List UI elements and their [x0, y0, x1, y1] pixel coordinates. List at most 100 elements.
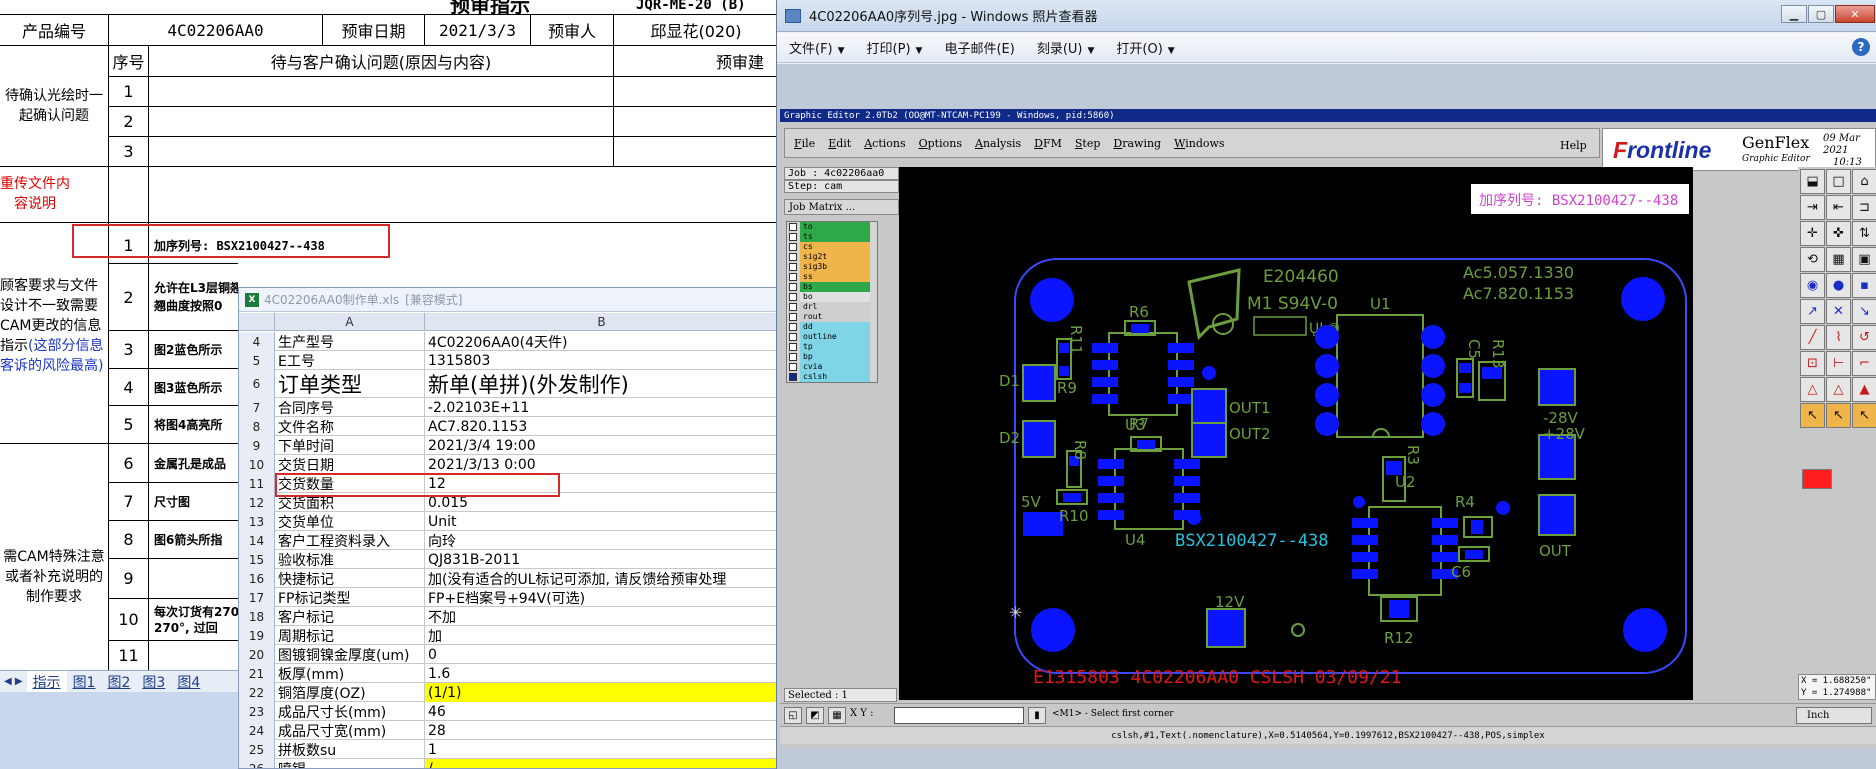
help-icon[interactable]: ? — [1852, 38, 1870, 56]
field-label[interactable]: 板厚(mm) — [275, 664, 425, 683]
tool-button-icon[interactable]: ⊐ — [1852, 195, 1876, 220]
field-label[interactable]: 文件名称 — [275, 417, 425, 436]
tab-figure-2[interactable]: 图2 — [101, 671, 136, 693]
job-matrix-button[interactable]: Job Matrix ... — [784, 199, 899, 215]
field-value[interactable]: 加(没有适合的UL标记可添加, 请反馈给预审处理 — [425, 569, 777, 588]
row-number[interactable]: 9 — [239, 436, 275, 455]
column-header-b[interactable]: B — [425, 313, 777, 331]
layer-row[interactable]: cs — [787, 242, 877, 252]
field-label[interactable]: 周期标记 — [275, 626, 425, 645]
tool-button-icon[interactable]: ⊡ — [1800, 351, 1825, 376]
field-label[interactable]: FP标记类型 — [275, 588, 425, 607]
layer-checkbox[interactable] — [789, 253, 797, 261]
layer-checkbox[interactable] — [789, 273, 797, 281]
layer-checkbox[interactable] — [789, 283, 797, 291]
field-value[interactable]: 加 — [425, 626, 777, 645]
tab-figure-4[interactable]: 图4 — [171, 671, 206, 693]
field-value[interactable]: 2021/3/13 0:00 — [425, 455, 777, 474]
field-label[interactable]: 成品尺寸长(mm) — [275, 702, 425, 721]
layer-checkbox[interactable] — [789, 293, 797, 301]
layer-row[interactable]: sig3b — [787, 262, 877, 272]
layer-checkbox[interactable] — [789, 303, 797, 311]
row-number[interactable]: 4 — [239, 332, 275, 351]
layer-row[interactable]: ss — [787, 272, 877, 282]
tool-button-icon[interactable]: ╱ — [1800, 325, 1825, 350]
field-value[interactable]: 0 — [425, 645, 777, 664]
tool-button-icon[interactable]: ⌂ — [1852, 169, 1876, 194]
layer-row[interactable]: drl — [787, 302, 877, 312]
tool-button-icon[interactable]: ↘ — [1852, 299, 1876, 324]
field-value[interactable]: 新单(单拼)(外发制作) — [425, 370, 777, 398]
layer-row[interactable]: bp — [787, 352, 877, 362]
tool-button-icon[interactable]: ⇤ — [1826, 195, 1851, 220]
field-value[interactable]: (1/1) — [425, 683, 777, 702]
field-value[interactable]: / — [425, 759, 777, 768]
tool-button-icon[interactable]: ▣ — [1852, 247, 1876, 272]
field-value[interactable]: 1315803 — [425, 351, 777, 370]
menu-burn[interactable]: 刻录(U) ▼ — [1037, 38, 1095, 57]
row-number[interactable]: 8 — [239, 417, 275, 436]
cam-menu-file[interactable]: File — [794, 137, 815, 150]
layer-row[interactable]: sig2t — [787, 252, 877, 262]
cam-menu-step[interactable]: Step — [1075, 137, 1101, 150]
row-number[interactable]: 19 — [239, 626, 275, 645]
field-label[interactable]: 喷锡 — [275, 759, 425, 768]
row-number[interactable]: 21 — [239, 664, 275, 683]
tool-button-icon[interactable]: ▪ — [1852, 273, 1876, 298]
field-value[interactable]: 1 — [425, 740, 777, 759]
cam-menu-analysis[interactable]: Analysis — [975, 137, 1021, 150]
tool-button-icon[interactable]: ↗ — [1800, 299, 1825, 324]
row-number[interactable]: 22 — [239, 683, 275, 702]
unit-selector[interactable]: Inch — [1796, 707, 1872, 724]
layer-row[interactable]: outline — [787, 332, 877, 342]
field-value[interactable]: FP+E档案号+94V(可选) — [425, 588, 777, 607]
close-button[interactable]: ✕ — [1835, 5, 1875, 23]
tool-button-icon[interactable]: ◉ — [1800, 273, 1825, 298]
tab-instructions[interactable]: 指示 — [26, 670, 67, 693]
row-number[interactable]: 14 — [239, 531, 275, 550]
layer-checkbox[interactable] — [789, 223, 797, 231]
tab-figure-3[interactable]: 图3 — [136, 671, 171, 693]
tool-button-icon[interactable]: ⊢ — [1826, 351, 1851, 376]
row-number[interactable]: 13 — [239, 512, 275, 531]
layer-row[interactable]: bs — [787, 282, 877, 292]
cam-menu-drawing[interactable]: Drawing — [1113, 137, 1161, 150]
field-label[interactable]: 合同序号 — [275, 398, 425, 417]
field-value[interactable]: 4C02206AA0(4天件) — [425, 332, 777, 351]
row-header-corner[interactable] — [239, 313, 275, 331]
tool-button-icon[interactable]: △ — [1800, 377, 1825, 402]
tab-figure-1[interactable]: 图1 — [67, 671, 102, 693]
photo-viewer-titlebar[interactable]: 4C02206AA0序列号.jpg - Windows 照片查看器 — [777, 0, 1876, 32]
layer-row[interactable]: bo — [787, 292, 877, 302]
zoom-fit-icon[interactable]: ◱ — [784, 707, 802, 724]
field-value[interactable]: Unit — [425, 512, 777, 531]
field-label[interactable]: 客户标记 — [275, 607, 425, 626]
board-canvas[interactable]: 加序列号: BSX2100427--438 ŲL® E204460 M1 S94… — [899, 167, 1693, 700]
tool-button-icon[interactable]: ✜ — [1826, 221, 1851, 246]
cam-menu-dfm[interactable]: DFM — [1034, 137, 1062, 150]
layer-checkbox[interactable] — [789, 363, 797, 371]
cam-menu-actions[interactable]: Actions — [864, 137, 905, 150]
field-value[interactable]: 向玲 — [425, 531, 777, 550]
row-number[interactable]: 18 — [239, 607, 275, 626]
layer-row[interactable]: rout — [787, 312, 877, 322]
layer-row[interactable]: tp — [787, 342, 877, 352]
field-value[interactable]: AC7.820.1153 — [425, 417, 777, 436]
row-number[interactable]: 23 — [239, 702, 275, 721]
cam-menu-windows[interactable]: Windows — [1174, 137, 1224, 150]
layer-row[interactable]: ts — [787, 232, 877, 242]
tool-button-icon[interactable]: ⌇ — [1826, 325, 1851, 350]
tab-scroll-arrows-icon[interactable]: ◀ ▶ — [0, 676, 27, 687]
layer-row[interactable]: dd — [787, 322, 877, 332]
cam-menu-edit[interactable]: Edit — [828, 137, 851, 150]
layer-checkbox[interactable] — [789, 333, 797, 341]
field-label[interactable]: 生产型号 — [275, 332, 425, 351]
layer-checkbox[interactable] — [789, 323, 797, 331]
field-label[interactable]: 验收标准 — [275, 550, 425, 569]
cam-menu-options[interactable]: Options — [919, 137, 962, 150]
tool-button-icon[interactable]: ▦ — [1826, 247, 1851, 272]
row-number[interactable]: 12 — [239, 493, 275, 512]
field-value[interactable]: 1.6 — [425, 664, 777, 683]
tool-button-icon[interactable]: ⟲ — [1800, 247, 1825, 272]
tool-button-icon[interactable]: ↺ — [1852, 325, 1876, 350]
